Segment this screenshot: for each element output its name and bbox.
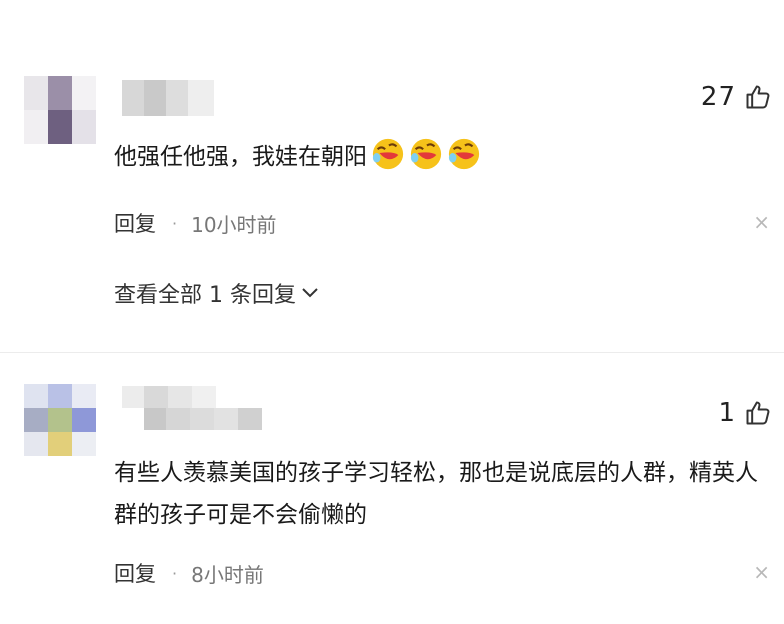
like-count: 1 (718, 398, 736, 428)
divider (0, 352, 784, 353)
username-pixelated-row (144, 408, 262, 430)
comment-meta: 回复 · 8小时前 (114, 558, 264, 588)
comment-item: 27 他强任他强，我娃在朝阳 回复 · 10小时前 × 查看全部 1 条回复 (0, 0, 784, 340)
like-control[interactable]: 27 (701, 82, 772, 112)
close-icon[interactable]: × (753, 560, 770, 584)
timestamp: 8小时前 (191, 562, 264, 587)
meta-separator: · (172, 213, 178, 233)
username-pixelated[interactable] (122, 386, 216, 408)
like-count: 27 (700, 82, 736, 112)
comment-meta: 回复 · 10小时前 (114, 208, 277, 238)
username-pixelated[interactable] (122, 80, 214, 116)
meta-separator: · (172, 563, 178, 583)
avatar-pixelated[interactable] (24, 76, 96, 144)
thumbs-up-icon[interactable] (744, 399, 772, 427)
comment-text-content: 他强任他强，我娃在朝阳 (114, 144, 367, 170)
laughing-emoji-icon (448, 138, 480, 170)
comment-text: 有些人羡慕美国的孩子学习轻松，那也是说底层的人群，精英人群的孩子可是不会偷懒的 (114, 460, 758, 528)
reply-button[interactable]: 回复 (114, 208, 156, 238)
comment-item: 1 有些人羡慕美国的孩子学习轻松，那也是说底层的人群，精英人群的孩子可是不会偷懒… (0, 360, 784, 624)
view-all-replies-button[interactable]: 查看全部 1 条回复 (114, 277, 318, 309)
timestamp: 10小时前 (191, 212, 277, 237)
view-all-replies-label: 查看全部 1 条回复 (114, 283, 296, 308)
comment-text: 他强任他强，我娃在朝阳 (114, 136, 769, 178)
reply-button[interactable]: 回复 (114, 558, 156, 588)
laughing-emoji-icon (372, 138, 404, 170)
close-icon[interactable]: × (753, 210, 770, 234)
thumbs-up-icon[interactable] (744, 83, 772, 111)
like-control[interactable]: 1 (718, 398, 772, 428)
chevron-down-icon (302, 288, 318, 298)
laughing-emoji-icon (410, 138, 442, 170)
avatar-pixelated[interactable] (24, 384, 96, 456)
